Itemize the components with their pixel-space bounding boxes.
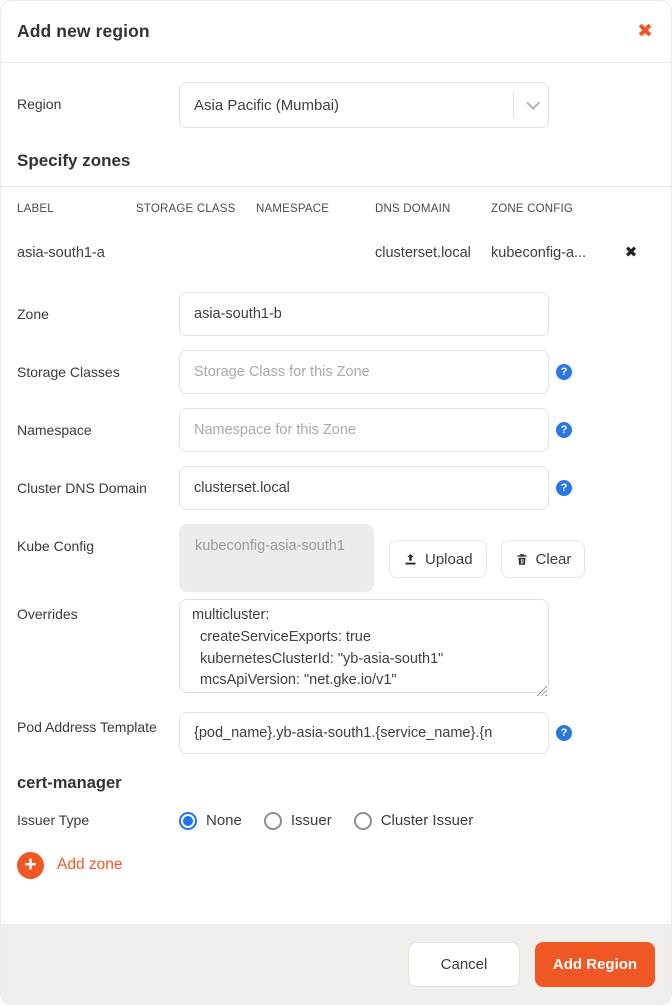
close-icon[interactable]: ✖ <box>637 22 653 41</box>
help-icon[interactable]: ? <box>556 725 572 741</box>
table-row: asia-south1-a clusterset.local kubeconfi… <box>1 221 671 276</box>
kube-config-filename: kubeconfig-asia-south1 <box>179 524 374 592</box>
remove-zone-icon[interactable]: ✖ <box>625 244 638 261</box>
select-divider <box>513 92 514 118</box>
overrides-field-row: Overrides multicluster: createServiceExp… <box>1 599 671 698</box>
help-icon[interactable]: ? <box>556 364 572 380</box>
col-label: LABEL <box>17 203 54 215</box>
zone-label: Zone <box>17 306 49 322</box>
zone-input[interactable] <box>179 292 549 336</box>
modal-body: Region Asia Pacific (Mumbai) Specify zon… <box>1 63 671 1004</box>
col-storage-class: STORAGE CLASS <box>136 203 236 215</box>
pod-address-template-label: Pod Address Template <box>17 719 157 735</box>
add-region-button[interactable]: Add Region <box>535 941 655 987</box>
radio-cluster-issuer-label: Cluster Issuer <box>380 812 474 830</box>
cell-zone-config: kubeconfig-a... <box>491 244 587 261</box>
cert-manager-heading: cert-manager <box>17 774 122 792</box>
zone-field-row: Zone <box>1 292 671 336</box>
radio-icon <box>353 811 372 830</box>
help-icon[interactable]: ? <box>556 422 572 438</box>
zones-table: LABEL STORAGE CLASS NAMESPACE DNS DOMAIN… <box>1 186 671 276</box>
add-region-modal: Add new region ✖ Region Asia Pacific (Mu… <box>0 0 672 1005</box>
radio-none-label: None <box>206 812 242 830</box>
col-namespace: NAMESPACE <box>256 203 330 215</box>
issuer-type-radio-group: None Issuer Cluster Issuer <box>179 811 474 830</box>
modal-footer: Cancel Add Region <box>1 924 671 1004</box>
help-icon[interactable]: ? <box>556 480 572 496</box>
storage-classes-input[interactable] <box>179 350 549 394</box>
overrides-textarea[interactable]: multicluster: createServiceExports: true… <box>179 599 549 693</box>
modal-title: Add new region <box>17 21 150 41</box>
storage-classes-label: Storage Classes <box>17 364 120 380</box>
add-zone-label: Add zone <box>57 856 123 874</box>
radio-icon <box>179 811 197 830</box>
add-zone-button[interactable]: + Add zone <box>1 851 671 879</box>
radio-issuer-label: Issuer <box>290 812 332 830</box>
kube-config-label: Kube Config <box>17 538 95 554</box>
dns-domain-label: Cluster DNS Domain <box>17 480 147 496</box>
zones-table-header: LABEL STORAGE CLASS NAMESPACE DNS DOMAIN… <box>1 187 671 221</box>
chevron-down-icon <box>526 95 541 110</box>
clear-button-label: Clear <box>535 550 572 568</box>
issuer-type-label: Issuer Type <box>17 812 90 828</box>
cancel-button[interactable]: Cancel <box>408 941 520 987</box>
upload-button[interactable]: Upload <box>389 540 487 578</box>
region-select-value: Asia Pacific (Mumbai) <box>194 96 340 114</box>
pod-address-template-field-row: Pod Address Template ? <box>1 712 671 754</box>
upload-button-label: Upload <box>425 550 473 568</box>
radio-issuer[interactable]: Issuer <box>263 811 332 830</box>
upload-icon <box>403 552 418 567</box>
region-field-row: Region Asia Pacific (Mumbai) <box>1 82 671 128</box>
radio-cluster-issuer[interactable]: Cluster Issuer <box>353 811 474 830</box>
plus-icon: + <box>17 851 44 879</box>
dns-domain-field-row: Cluster DNS Domain ? <box>1 466 671 510</box>
issuer-type-field-row: Issuer Type None Issuer Cluster Issuer <box>1 811 671 831</box>
dns-domain-input[interactable] <box>179 466 549 510</box>
modal-header: Add new region ✖ <box>1 1 671 63</box>
specify-zones-heading: Specify zones <box>17 151 131 170</box>
kube-config-field-row: Kube Config kubeconfig-asia-south1 Uploa… <box>1 524 671 592</box>
trash-icon <box>515 552 529 567</box>
region-label: Region <box>17 96 62 112</box>
namespace-input[interactable] <box>179 408 549 452</box>
overrides-label: Overrides <box>17 606 78 622</box>
cell-dns-domain: clusterset.local <box>375 244 471 261</box>
namespace-field-row: Namespace ? <box>1 408 671 452</box>
region-select[interactable]: Asia Pacific (Mumbai) <box>179 82 549 128</box>
col-dns-domain: DNS DOMAIN <box>375 203 451 215</box>
clear-button[interactable]: Clear <box>500 540 586 578</box>
pod-address-template-input[interactable] <box>179 712 549 754</box>
radio-icon <box>263 811 282 830</box>
namespace-label: Namespace <box>17 422 92 438</box>
col-zone-config: ZONE CONFIG <box>491 203 574 215</box>
cell-label: asia-south1-a <box>17 244 105 261</box>
storage-classes-field-row: Storage Classes ? <box>1 350 671 394</box>
radio-none[interactable]: None <box>179 811 242 830</box>
